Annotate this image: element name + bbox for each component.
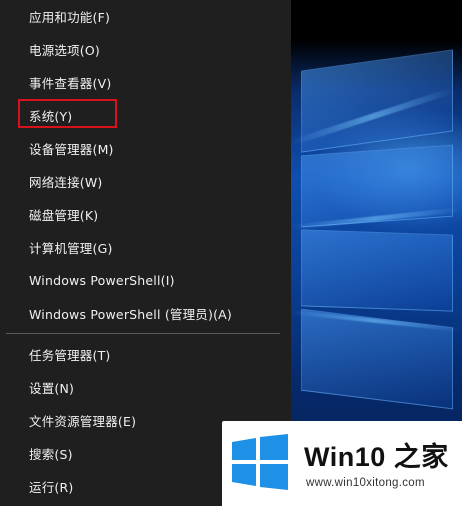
- menu-item-label: Windows PowerShell(I): [29, 273, 175, 288]
- menu-item-power-options[interactable]: 电源选项(O): [0, 33, 285, 66]
- highlight-box: [18, 99, 117, 128]
- watermark-title: Win10 之家: [304, 442, 449, 472]
- menu-item-label: 电源选项(O): [29, 43, 100, 58]
- menu-item-label: 任务管理器(T): [29, 348, 111, 363]
- menu-item-label: 磁盘管理(K): [29, 208, 99, 223]
- menu-item-computer-management[interactable]: 计算机管理(G): [0, 231, 285, 264]
- menu-item-event-viewer[interactable]: 事件查看器(V): [0, 66, 285, 99]
- wallpaper-pane: [301, 49, 453, 153]
- menu-item-label: 文件资源管理器(E): [29, 414, 137, 429]
- menu-item-label: 计算机管理(G): [29, 241, 113, 256]
- menu-item-powershell[interactable]: Windows PowerShell(I): [0, 264, 285, 297]
- menu-item-settings[interactable]: 设置(N): [0, 371, 285, 404]
- menu-item-label: Windows PowerShell (管理员)(A): [29, 307, 232, 322]
- menu-item-label: 运行(R): [29, 480, 74, 495]
- menu-item-label: 设备管理器(M): [29, 142, 114, 157]
- menu-item-label: 网络连接(W): [29, 175, 103, 190]
- menu-item-label: 应用和功能(F): [29, 10, 111, 25]
- windows-logo-icon: [232, 434, 288, 490]
- site-watermark: Win10 之家 www.win10xitong.com: [222, 421, 462, 506]
- menu-item-label: 设置(N): [29, 381, 75, 396]
- menu-separator: [6, 333, 280, 334]
- menu-item-label: 搜索(S): [29, 447, 73, 462]
- menu-item-label: 事件查看器(V): [29, 76, 112, 91]
- menu-item-network-connections[interactable]: 网络连接(W): [0, 165, 285, 198]
- menu-item-disk-management[interactable]: 磁盘管理(K): [0, 198, 285, 231]
- menu-item-powershell-admin[interactable]: Windows PowerShell (管理员)(A): [0, 297, 285, 330]
- watermark-url: www.win10xitong.com: [306, 477, 425, 489]
- menu-item-task-manager[interactable]: 任务管理器(T): [0, 338, 285, 371]
- menu-item-apps-features[interactable]: 应用和功能(F): [0, 0, 285, 33]
- wallpaper-pane: [301, 229, 453, 312]
- menu-item-device-manager[interactable]: 设备管理器(M): [0, 132, 285, 165]
- screen: 应用和功能(F) 电源选项(O) 事件查看器(V) 系统(Y) 设备管理器(M)…: [0, 0, 462, 506]
